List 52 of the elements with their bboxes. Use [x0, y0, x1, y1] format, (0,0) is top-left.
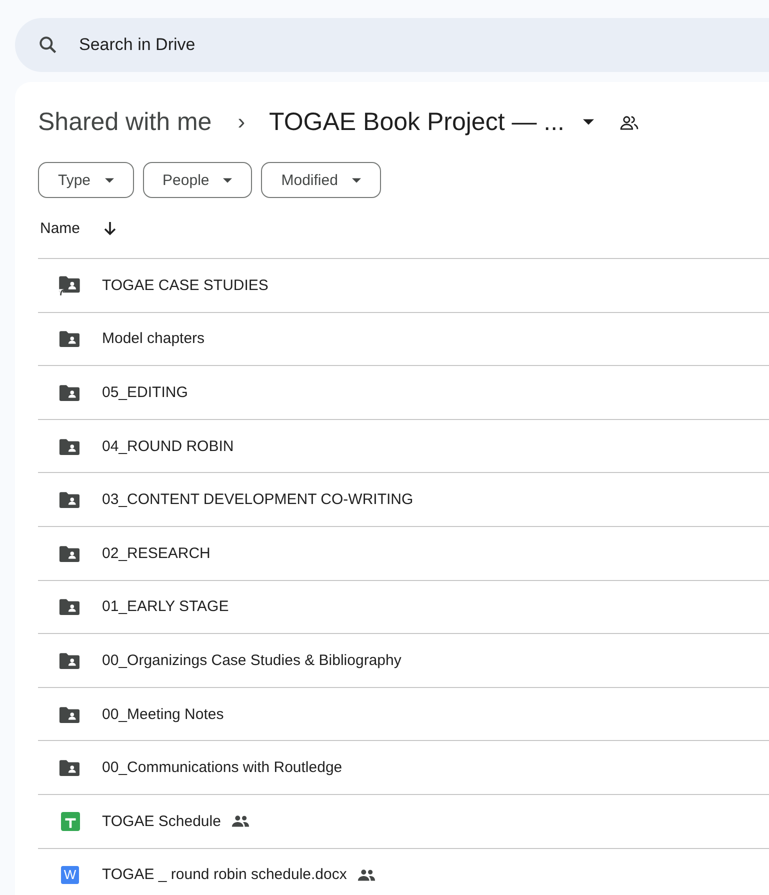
- file-name: Model chapters: [102, 330, 205, 348]
- file-name: 05_EDITING: [102, 384, 188, 401]
- file-row[interactable]: 00_Communications with Routledge: [38, 741, 769, 795]
- column-header[interactable]: Name: [40, 220, 80, 236]
- caret-icon: [104, 178, 114, 182]
- caret-icon: [223, 178, 232, 182]
- file-name: TOGAE _ round robin schedule.docx: [102, 866, 347, 884]
- file-name: 01_EARLY STAGE: [102, 598, 229, 616]
- sort-arrow-icon[interactable]: [102, 220, 118, 236]
- file-name: TOGAE Schedule: [102, 812, 221, 830]
- file-row[interactable]: 05_EDITING: [38, 366, 769, 420]
- folder-title[interactable]: TOGAE Book Project — ...: [269, 108, 565, 136]
- file-name: 03_CONTENT DEVELOPMENT CO-WRITING: [102, 491, 414, 508]
- filter-chip[interactable]: People: [142, 162, 252, 198]
- shared-folder-icon: [58, 382, 82, 402]
- shared-folder-icon: [58, 597, 82, 616]
- word-document-icon: W: [61, 866, 79, 884]
- file-row[interactable]: W TOGAE _ round robin schedule.docx: [38, 848, 769, 895]
- shared-folder-icon: [58, 544, 82, 563]
- filter-chip[interactable]: Type: [38, 162, 134, 198]
- file-name: 04_ROUND ROBIN: [102, 438, 234, 455]
- file-row[interactable]: 04_ROUND ROBIN: [38, 420, 769, 474]
- file-row[interactable]: 01_EARLY STAGE: [38, 580, 769, 634]
- file-row[interactable]: 02_RESEARCH: [38, 526, 769, 581]
- search-input[interactable]: Search in Drive: [77, 34, 481, 56]
- shared-folder-icon: [58, 758, 82, 778]
- file-name: 00_Meeting Notes: [102, 706, 224, 723]
- file-name: 02_RESEARCH: [102, 544, 210, 562]
- shared-folder-icon: [58, 650, 82, 670]
- breadcrumb-link[interactable]: Shared with me: [38, 108, 212, 136]
- file-row[interactable]: 00_Organizings Case Studies & Bibliography: [38, 634, 769, 688]
- file-row[interactable]: TOGAE CASE STUDIES: [38, 259, 769, 313]
- caret-icon: [352, 178, 361, 182]
- people-icon[interactable]: [620, 114, 639, 130]
- file-row[interactable]: 03_CONTENT DEVELOPMENT CO-WRITING: [38, 473, 769, 527]
- file-name: 00_Communications with Routledge: [102, 759, 342, 776]
- spreadsheet-icon: [60, 812, 80, 831]
- breadcrumb-separator: ›: [238, 109, 246, 135]
- file-row[interactable]: 00_Meeting Notes: [38, 688, 769, 742]
- file-row[interactable]: Model chapters: [38, 312, 769, 366]
- shared-folder-icon: [58, 436, 82, 456]
- file-row[interactable]: TOGAE Schedule: [38, 794, 769, 849]
- shortcut-folder-icon: [58, 274, 82, 297]
- caret-icon[interactable]: [582, 119, 594, 125]
- filter-chip[interactable]: Modified: [261, 162, 381, 198]
- shared-folder-icon: [58, 329, 82, 348]
- shared-folder-icon: [58, 704, 82, 724]
- shared-folder-icon: [58, 490, 82, 510]
- file-name: TOGAE CASE STUDIES: [102, 276, 268, 294]
- search-field[interactable]: Search in Drive: [15, 18, 769, 72]
- search-icon: [37, 34, 59, 56]
- file-name: 00_Organizings Case Studies & Bibliography: [102, 652, 402, 669]
